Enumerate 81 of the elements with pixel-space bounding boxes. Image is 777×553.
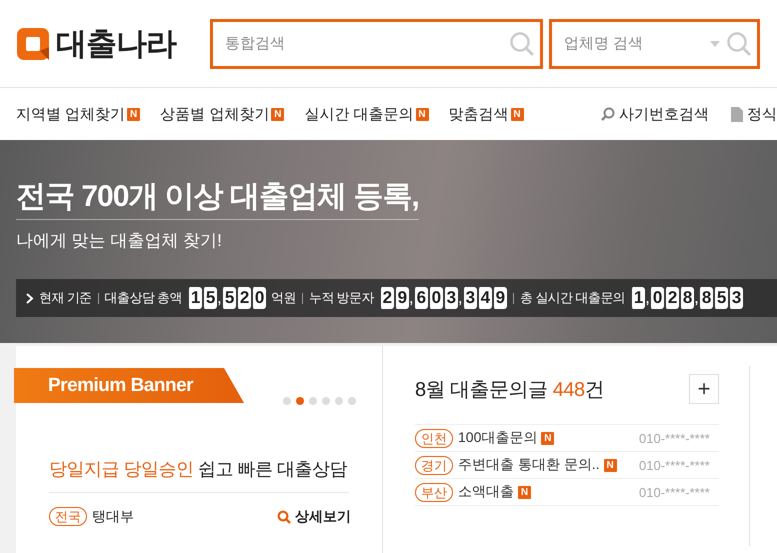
stat-label: 누적 방문자 <box>308 289 374 307</box>
premium-banner-tag: Premium Banner <box>14 368 244 403</box>
stat-label: 총 실시간 대출문의 <box>520 289 626 307</box>
nav-link[interactable]: 실시간 대출문의 N <box>304 104 429 124</box>
new-badge: N <box>127 108 140 120</box>
new-badge: N <box>510 108 524 120</box>
region-tag: 경기 <box>415 456 453 474</box>
counter-digit: 8 <box>698 287 714 309</box>
carousel-dot[interactable] <box>335 397 343 405</box>
phone-number: 010-****-**** <box>639 430 711 446</box>
search-icon[interactable] <box>726 30 752 56</box>
counter-digit: 2 <box>664 287 680 309</box>
document-icon <box>731 106 743 122</box>
counter-digit: 9 <box>492 287 507 309</box>
more-button[interactable]: + <box>689 374 719 404</box>
stat-unit: 억원 <box>271 289 296 307</box>
counter-digit: 0 <box>428 287 443 309</box>
inquiry-row[interactable]: 인천 100대출문의 N 010-****-**** <box>415 425 719 452</box>
stats-basis: 현재 기준 <box>39 289 92 307</box>
counter-digit: 0 <box>649 287 664 309</box>
region-tag: 부산 <box>415 482 453 502</box>
inquiry-title: 소액대출 <box>458 483 514 501</box>
banner-headline: 당일지급 당일승인 쉽고 빠른 대출상담 <box>49 457 349 493</box>
phone-number: 010-****-**** <box>639 484 711 500</box>
new-badge: N <box>416 108 429 120</box>
carousel-dot[interactable] <box>322 397 330 405</box>
inquiry-row[interactable]: 경기 주변대출 통대환 문의.. N 010-****-**** <box>415 452 719 479</box>
carousel-dot[interactable] <box>309 397 317 405</box>
logo-icon[interactable] <box>16 26 50 60</box>
counter-digit: 4 <box>476 287 492 309</box>
search-icon <box>601 107 615 121</box>
nav-link[interactable]: 정식 <box>731 104 777 124</box>
counter-digit: 2 <box>236 287 252 309</box>
new-badge: N <box>518 486 531 498</box>
search-icon <box>277 510 291 524</box>
inquiry-row[interactable]: 부산 소액대출 N 010-****-**** <box>415 479 719 506</box>
region-tag: 인천 <box>415 428 453 448</box>
phone-number: 010-****-**** <box>639 458 711 472</box>
counter-digit: 0 <box>251 287 266 309</box>
region-tag: 전국 <box>49 507 87 526</box>
counter-digit: 2 <box>378 287 394 309</box>
search-icon[interactable] <box>509 30 535 56</box>
inquiries-title: 8월 대출문의글 448건 <box>415 378 604 402</box>
nav-link[interactable]: 맞춤검색 N <box>448 104 524 124</box>
counter-digit: 3 <box>462 287 477 309</box>
counter-digit: 6 <box>412 287 428 309</box>
stat-label: 대출상담 총액 <box>104 289 182 307</box>
counter-digit: 8 <box>679 287 694 309</box>
carousel-dot[interactable] <box>296 397 304 405</box>
inquiry-title: 주변대출 통대환 문의.. <box>458 456 600 474</box>
nav-link[interactable]: 상품별 업체찾기 N <box>160 104 284 124</box>
company-name: 탱대부 <box>92 508 135 526</box>
inquiry-title: 100대출문의 <box>458 429 538 447</box>
company-search-field[interactable]: 업체명 검색 <box>549 18 760 68</box>
chevron-icon <box>26 292 34 304</box>
counter-digit: 5 <box>713 287 728 309</box>
new-badge: N <box>604 458 617 472</box>
counter-digit: 5 <box>221 287 236 309</box>
detail-link[interactable]: 상세보기 <box>277 508 351 526</box>
digit-separator: , <box>458 287 462 309</box>
counter-digit: 1 <box>187 287 202 309</box>
new-badge: N <box>271 108 284 120</box>
digit-separator: , <box>694 287 698 309</box>
hero-subline: 나에게 맞는 대출업체 찾기! <box>16 230 223 252</box>
nav-link[interactable]: 사기번호검색 <box>601 104 709 124</box>
logo-text[interactable]: 대출나라 <box>56 22 176 64</box>
carousel-dot[interactable] <box>348 397 356 405</box>
nav-link[interactable]: 지역별 업체찾기 N <box>16 104 140 124</box>
counter-digit: 9 <box>394 287 409 309</box>
counter-digit: 3 <box>728 287 744 309</box>
counter-digit: 3 <box>442 287 458 309</box>
digit-separator: , <box>217 287 222 309</box>
digit-separator: , <box>645 287 650 309</box>
counter-digit: 1 <box>630 287 646 309</box>
carousel-dot[interactable] <box>283 397 291 405</box>
hero-headline: 전국 700개 이상 대출업체 등록, <box>16 176 419 220</box>
caret-icon[interactable] <box>710 40 720 46</box>
counter-digit: 5 <box>202 287 218 309</box>
new-badge: N <box>541 432 554 444</box>
search-field[interactable]: 통합검색 <box>210 18 543 68</box>
digit-separator: , <box>408 287 413 309</box>
